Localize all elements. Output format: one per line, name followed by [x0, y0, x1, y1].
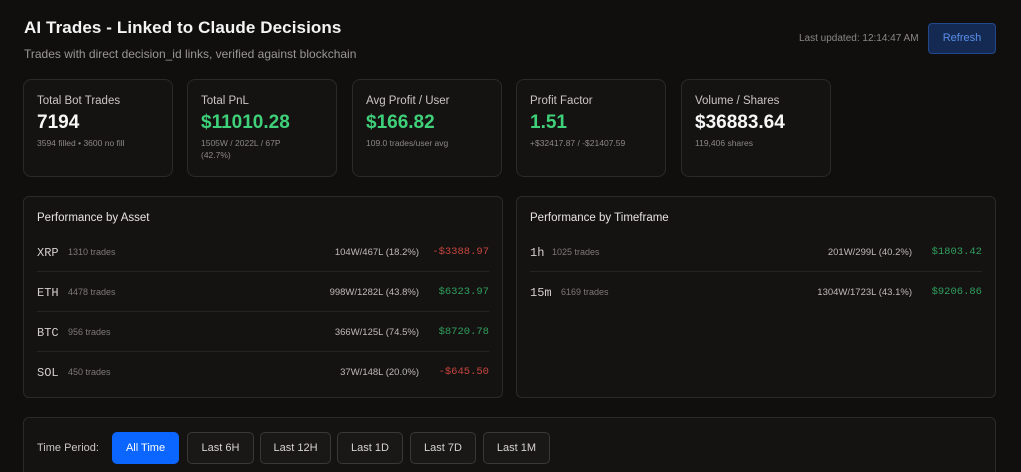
win-loss-stat: 998W/1282L (43.8%) [329, 287, 419, 298]
win-loss-stat: 104W/467L (18.2%) [334, 247, 419, 258]
asset-name: SOL [37, 366, 59, 380]
time-period-filter-bar: Time Period: All Time Last 6H Last 12H L… [23, 417, 996, 472]
pnl-value: $6323.97 [438, 286, 489, 298]
asset-name: BTC [37, 326, 59, 340]
stat-card-subtext: 3594 filled • 3600 no fill [37, 138, 125, 148]
win-loss-stat: 366W/125L (74.5%) [334, 327, 419, 338]
pnl-value: -$645.50 [438, 366, 489, 378]
stat-card-value: $36883.64 [695, 112, 785, 133]
performance-by-asset-panel: Performance by Asset XRP 1310 trades 104… [23, 196, 503, 398]
last-updated-text: Last updated: 12:14:47 AM [799, 33, 919, 44]
asset-row-xrp: XRP 1310 trades 104W/467L (18.2%) -$3388… [37, 232, 489, 272]
stat-card-label: Volume / Shares [695, 95, 780, 107]
stat-card-subtext: 1505W / 2022L / 67P (42.7%) [201, 138, 281, 160]
timeframe-name: 15m [530, 286, 552, 300]
asset-row-eth: ETH 4478 trades 998W/1282L (43.8%) $6323… [37, 272, 489, 312]
timeframe-row-15m: 15m 6169 trades 1304W/1723L (43.1%) $920… [530, 272, 982, 312]
stat-card-subtext: 119,406 shares [695, 138, 753, 148]
asset-name: XRP [37, 246, 59, 260]
stat-card-volume-shares: Volume / Shares $36883.64 119,406 shares [681, 79, 831, 177]
stat-card-label: Profit Factor [530, 95, 593, 107]
filter-last-12h-button[interactable]: Last 12H [260, 432, 331, 464]
stat-card-label: Total PnL [201, 95, 249, 107]
pnl-value: $9206.86 [931, 286, 982, 298]
trade-count: 450 trades [68, 367, 111, 377]
panel-title: Performance by Asset [37, 212, 150, 224]
trade-count: 956 trades [68, 327, 111, 337]
filter-last-7d-button[interactable]: Last 7D [410, 432, 476, 464]
timeframe-row-1h: 1h 1025 trades 201W/299L (40.2%) $1803.4… [530, 232, 982, 272]
filter-all-time-button[interactable]: All Time [112, 432, 179, 464]
timeframe-name: 1h [530, 246, 545, 260]
pnl-value: $1803.42 [931, 246, 982, 258]
stat-card-label: Avg Profit / User [366, 95, 450, 107]
stat-card-avg-profit-per-user: Avg Profit / User $166.82 109.0 trades/u… [352, 79, 502, 177]
win-loss-stat: 201W/299L (40.2%) [827, 247, 912, 258]
asset-row-btc: BTC 956 trades 366W/125L (74.5%) $8720.7… [37, 312, 489, 352]
trade-count: 6169 trades [561, 287, 609, 297]
performance-by-timeframe-panel: Performance by Timeframe 1h 1025 trades … [516, 196, 996, 398]
pnl-value: -$3388.97 [432, 246, 489, 258]
trade-count: 1025 trades [552, 247, 600, 257]
trade-count: 4478 trades [68, 287, 116, 297]
pnl-value: $8720.78 [438, 326, 489, 338]
filter-last-6h-button[interactable]: Last 6H [187, 432, 254, 464]
stat-card-value: $11010.28 [201, 112, 290, 133]
stat-card-subtext: 109.0 trades/user avg [366, 138, 449, 148]
page-subtitle: Trades with direct decision_id links, ve… [24, 47, 357, 61]
stat-card-label: Total Bot Trades [37, 95, 121, 107]
page-header: AI Trades - Linked to Claude Decisions T… [24, 18, 356, 61]
page-title: AI Trades - Linked to Claude Decisions [24, 18, 342, 37]
filter-last-1d-button[interactable]: Last 1D [337, 432, 403, 464]
stat-card-value: 7194 [37, 112, 80, 133]
stat-card-total-bot-trades: Total Bot Trades 7194 3594 filled • 3600… [23, 79, 173, 177]
panel-title: Performance by Timeframe [530, 212, 669, 224]
stat-card-subtext: +$32417.87 / -$21407.59 [530, 138, 626, 148]
refresh-button[interactable]: Refresh [928, 23, 996, 54]
win-loss-stat: 1304W/1723L (43.1%) [817, 287, 912, 298]
stat-card-profit-factor: Profit Factor 1.51 +$32417.87 / -$21407.… [516, 79, 666, 177]
filter-last-1m-button[interactable]: Last 1M [483, 432, 550, 464]
win-loss-stat: 37W/148L (20.0%) [340, 367, 419, 378]
asset-name: ETH [37, 286, 59, 300]
asset-row-sol: SOL 450 trades 37W/148L (20.0%) -$645.50 [37, 352, 489, 392]
stat-card-total-pnl: Total PnL $11010.28 1505W / 2022L / 67P … [187, 79, 337, 177]
stat-card-value: 1.51 [530, 112, 567, 133]
stat-card-value: $166.82 [366, 112, 435, 133]
time-period-label: Time Period: [37, 442, 99, 454]
trade-count: 1310 trades [68, 247, 116, 257]
